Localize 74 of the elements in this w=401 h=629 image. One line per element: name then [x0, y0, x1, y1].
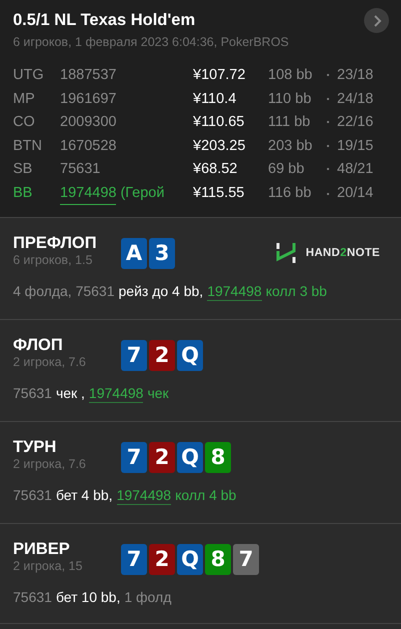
street-title: РИВЕР — [13, 540, 71, 558]
playing-card: 3 — [149, 238, 175, 268]
player-stack: ¥107.72 — [193, 66, 246, 85]
action-text: 75631 — [13, 384, 52, 402]
hero-name[interactable]: 1974498 — [88, 384, 144, 402]
hand-info: 6 игроков, 1 февраля 2023 6:04:36, PokerBROS — [13, 35, 290, 49]
chevron-icon — [372, 14, 382, 26]
player-position: BTN — [13, 136, 43, 156]
player-name[interactable]: 1887537 — [60, 65, 116, 85]
player-name[interactable]: 2009300 — [60, 112, 116, 132]
playing-card: 2 — [149, 442, 175, 472]
stack-in-bb: 110 bb — [268, 90, 312, 108]
hero-name[interactable]: 1974498 — [116, 486, 172, 504]
player-position: CO — [13, 113, 36, 132]
player-stats: 20/14 — [337, 184, 374, 202]
player-stats: 24/18 — [337, 90, 374, 108]
street-title: ТУРН — [13, 438, 58, 456]
player-stats: 19/15 — [337, 136, 374, 156]
action-text: 1 фолд — [124, 588, 172, 604]
action-text: бет 10 bb, — [56, 588, 120, 604]
playing-card: A — [121, 238, 147, 268]
action-text: 75631 — [13, 486, 52, 504]
action-text: 4 фолда, 75631 — [13, 282, 115, 300]
playing-card: 2 — [149, 544, 175, 574]
street-info: 2 игрока, 7.6 — [13, 456, 87, 470]
logo-icon — [276, 242, 296, 264]
player-stack: ¥110.4 — [193, 90, 238, 108]
player-position: UTG — [13, 66, 45, 85]
player-stack: ¥203.25 — [193, 136, 246, 156]
stack-in-bb: 203 bb — [268, 136, 314, 156]
playing-card: 2 — [149, 340, 175, 370]
player-stats: 23/18 — [337, 66, 374, 85]
street-title: ФЛОП — [13, 336, 64, 354]
playing-card: 7 — [121, 340, 147, 370]
player-stats: 48/21 — [337, 160, 374, 179]
player-name[interactable]: 1974498 — [60, 182, 116, 204]
stack-in-bb: 116 bb — [268, 184, 312, 202]
playing-card: Q — [177, 340, 203, 370]
playing-card: 7 — [121, 442, 147, 472]
playing-card: 8 — [205, 442, 231, 472]
player-stack: ¥110.65 — [193, 113, 246, 132]
next-button[interactable] — [364, 8, 389, 33]
action-text: чек — [147, 384, 169, 402]
player-position: MP — [13, 90, 36, 108]
action-text: чек , — [56, 384, 85, 402]
player-position: SB — [13, 160, 34, 179]
playing-card: 7 — [121, 544, 147, 574]
street-title: ПРЕФЛОП — [13, 234, 98, 252]
action-text: 75631 — [13, 588, 52, 604]
hero-label: (Герой — [120, 184, 164, 202]
player-position: BB — [13, 184, 34, 202]
player-stack: ¥115.55 — [193, 184, 246, 202]
stack-in-bb: 111 bb — [268, 113, 312, 132]
player-stack: ¥68.52 — [193, 160, 238, 179]
action-text: колл 3 bb — [266, 282, 327, 300]
player-name[interactable]: 1670528 — [60, 136, 116, 156]
action-text: колл 4 bb — [175, 486, 236, 504]
stack-in-bb: 108 bb — [268, 66, 314, 85]
player-stats: 22/16 — [337, 113, 374, 132]
stack-in-bb: 69 bb — [268, 160, 306, 179]
hero-name[interactable]: 1974498 — [207, 282, 262, 300]
player-name[interactable]: 1961697 — [60, 88, 116, 108]
street-info: 6 игроков, 1.5 — [13, 252, 94, 266]
action-text: рейз до 4 bb, — [118, 282, 204, 300]
table-title: 0.5/1 NL Texas Hold'em — [13, 11, 196, 30]
logo-text: HAND2NOTE — [306, 246, 380, 258]
street-info: 2 игрока, 15 — [13, 558, 84, 572]
playing-card: 7 — [233, 544, 259, 574]
playing-card: 8 — [205, 544, 231, 574]
player-name[interactable]: 75631 — [60, 159, 100, 179]
playing-card: Q — [177, 442, 203, 472]
playing-card: Q — [177, 544, 203, 574]
street-info: 2 игрока, 7.6 — [13, 354, 87, 368]
action-text: бет 4 bb, — [56, 486, 113, 504]
